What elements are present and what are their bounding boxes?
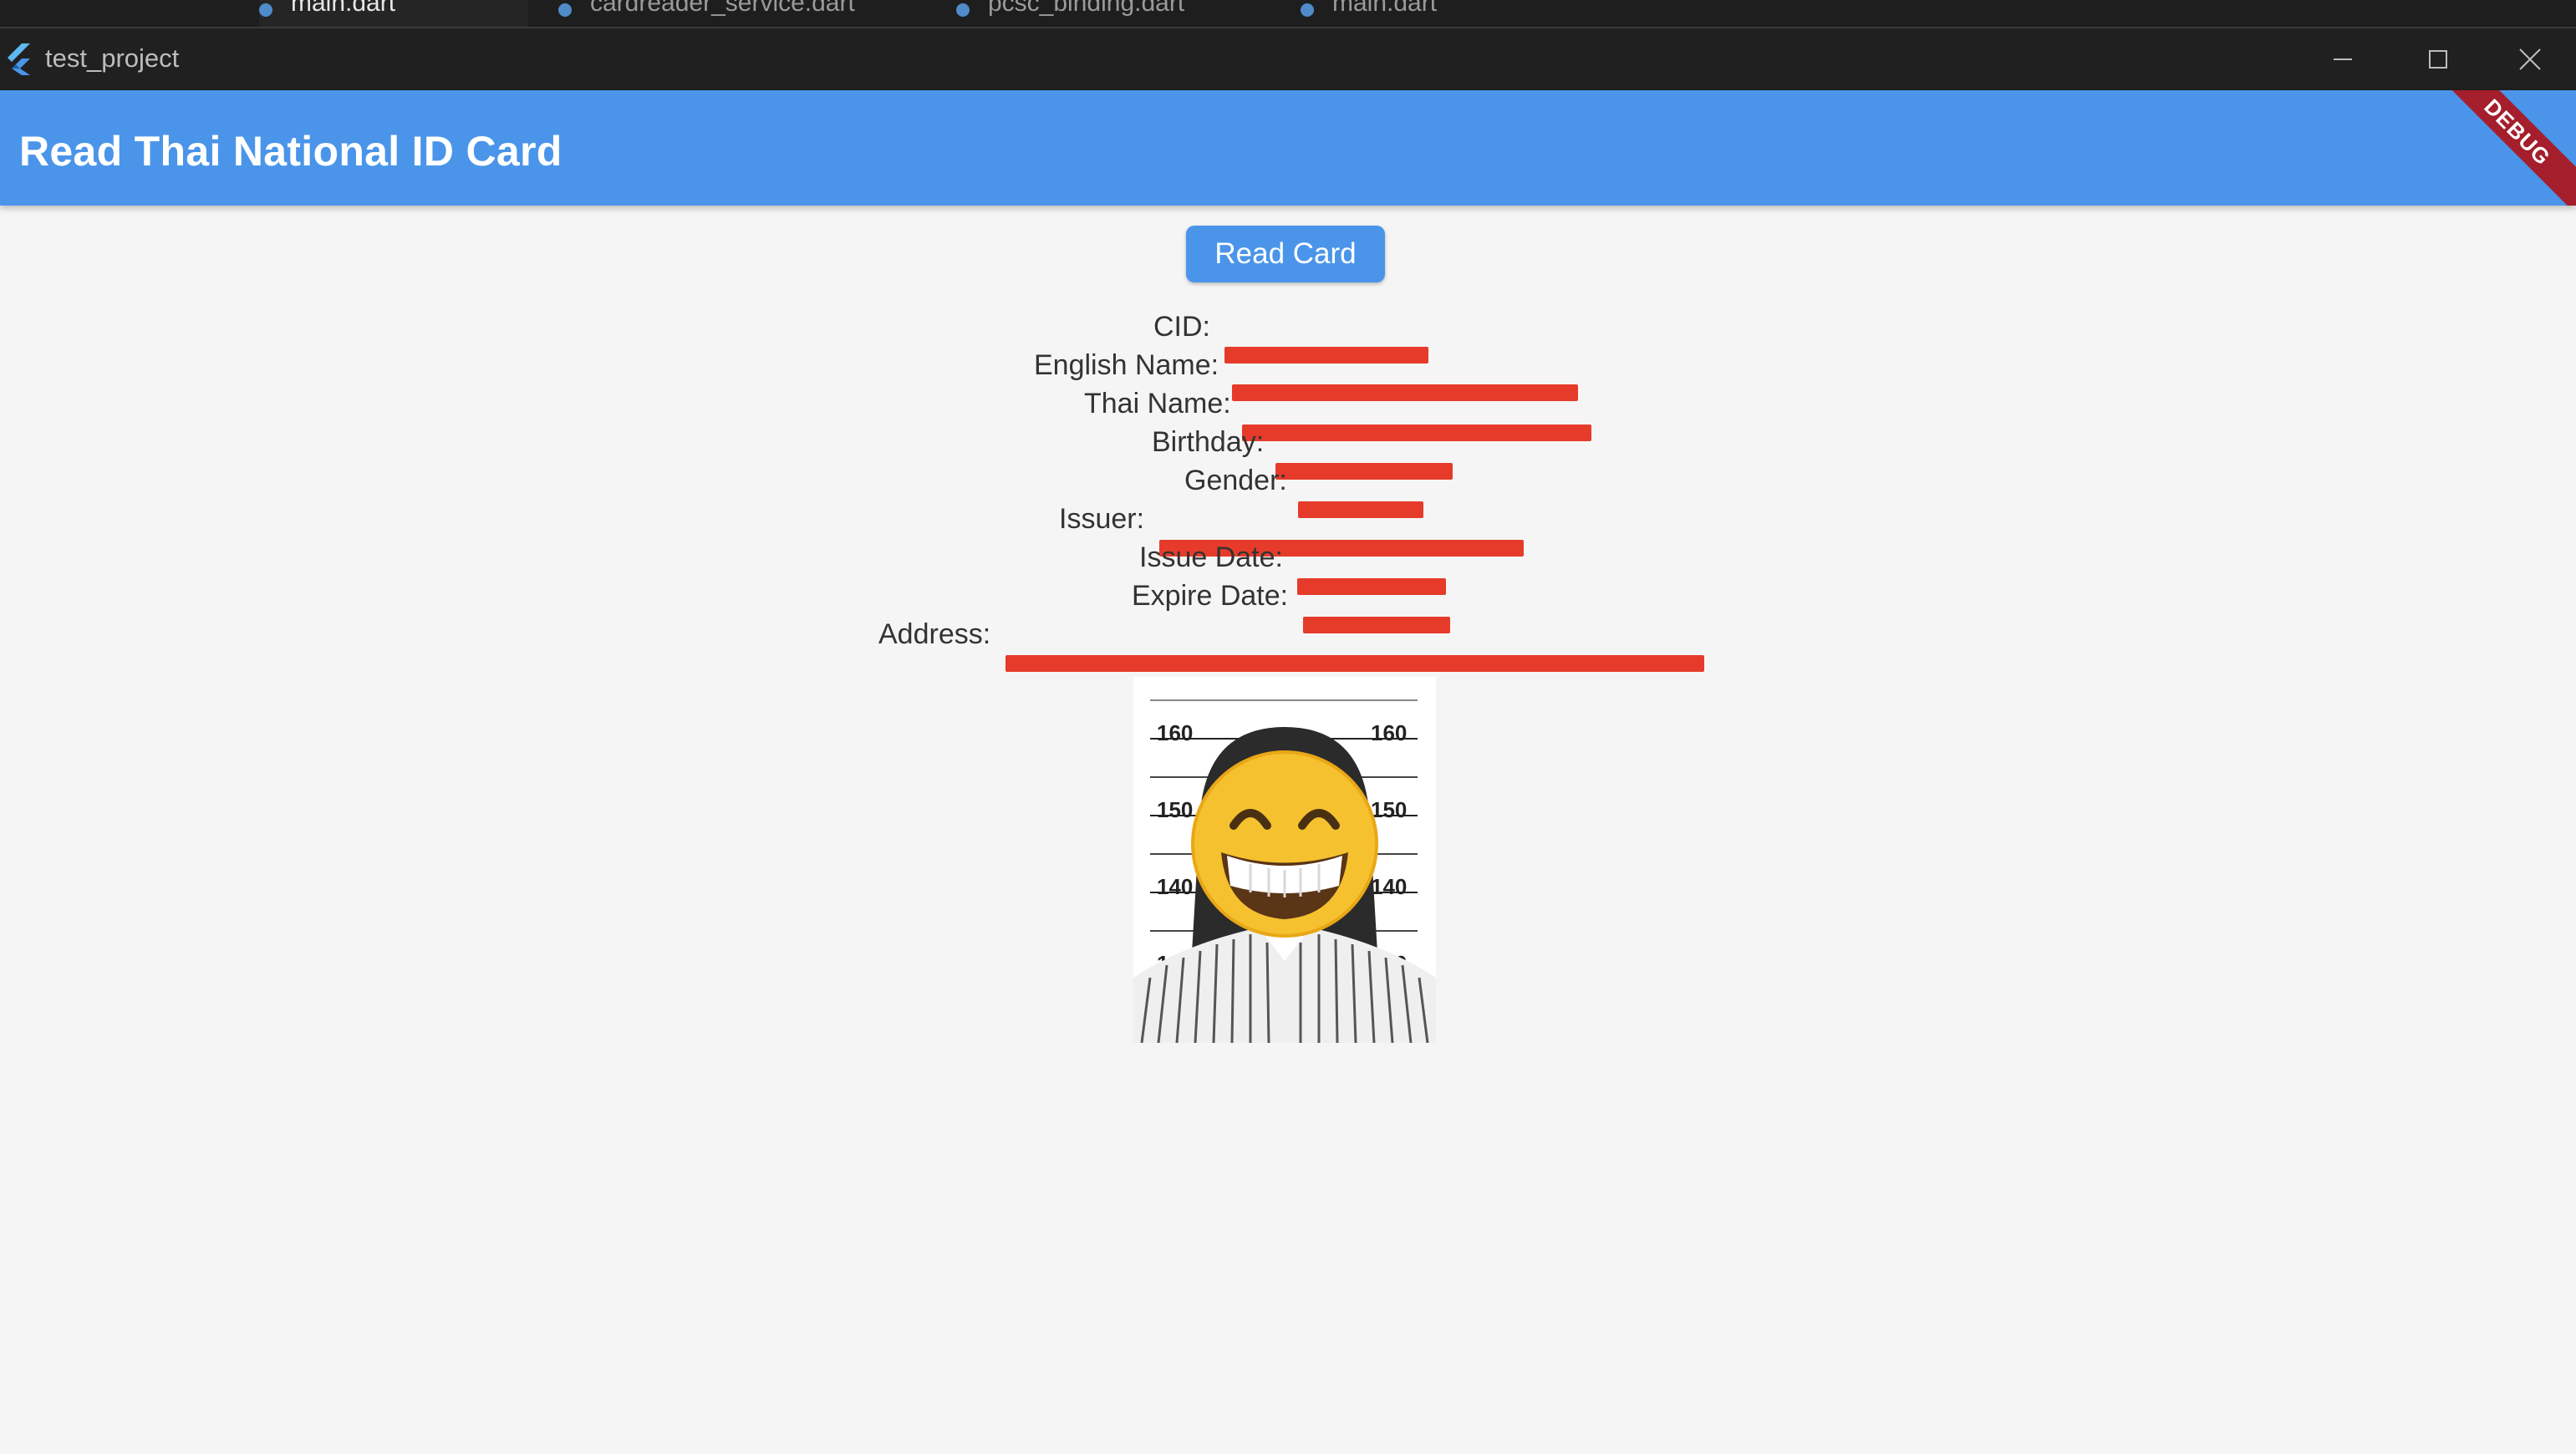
field-label: Thai Name: [1084,388,1231,419]
maximize-button[interactable] [2392,28,2484,90]
field-label: Birthday: [1152,426,1265,458]
editor-tab-label: main.dart [291,0,396,17]
height-mark: 140 [1371,874,1407,899]
redaction-bar [1224,347,1429,364]
field-label: Expire Date: [1132,580,1289,612]
height-mark: 160 [1371,720,1407,745]
dart-file-icon [956,3,970,17]
expire-date-row: Expire Date: [1132,577,1450,633]
editor-tab-pcsc[interactable]: pcsc_binding.dart [956,0,1274,28]
redaction-bar [1231,384,1578,401]
field-label: English Name: [1034,349,1219,381]
field-label: Issuer: [1059,503,1145,535]
redaction-bar [1242,425,1592,441]
id-card-photo: 160 160 150 150 140 140 130 130 [1133,677,1436,1043]
height-mark: 140 [1157,874,1193,899]
redaction-bar [1275,463,1453,480]
editor-tab-main[interactable]: main.dart [259,0,528,28]
minimize-button[interactable] [2297,28,2389,90]
redaction-bar [1302,617,1450,633]
thai-name-row: Thai Name: [1084,384,1592,441]
address-row: Address: [878,615,1704,672]
editor-tab-main-secondary[interactable]: main.dart [1301,0,2103,28]
height-mark: 160 [1157,720,1193,745]
redaction-bar [1297,578,1447,595]
issue-date-row: Issue Date: [1139,538,1447,595]
english-name-row: English Name: [1034,346,1578,401]
flutter-icon [8,43,30,75]
field-label: Address: [878,618,991,650]
issuer-row: Issuer: [1059,500,1524,557]
editor-tab-cardreader[interactable]: cardreader_service.dart [558,0,909,28]
dart-file-icon [259,3,272,17]
maximize-icon [2429,50,2447,69]
redaction-bar [1005,655,1704,672]
cid-row: CID: [1153,308,1429,364]
main-content: Read Card CID: English Name: Thai Name: … [0,206,2576,1454]
editor-tab-label: pcsc_binding.dart [988,0,1185,17]
app-bar-title: Read Thai National ID Card [19,128,563,175]
window-titlebar: test_project [0,28,2576,90]
dart-file-icon [1301,3,1314,17]
close-button[interactable] [2484,28,2576,90]
height-mark: 150 [1371,797,1407,822]
close-icon [2519,48,2541,70]
editor-tab-strip: main.dart cardreader_service.dart pcsc_b… [0,0,2576,28]
birthday-row: Birthday: [1152,423,1453,480]
dart-file-icon [558,3,572,17]
field-label: Issue Date: [1139,541,1283,573]
grinning-face-emoji-icon [1191,750,1378,938]
minimize-icon [2334,58,2352,60]
field-label: Gender: [1184,465,1287,496]
gender-row: Gender: [1184,461,1424,518]
window-title: test_project [45,43,180,73]
app-bar: Read Thai National ID Card DEBUG [0,90,2576,206]
editor-tab-label: main.dart [1332,0,1438,17]
editor-tab-label: cardreader_service.dart [590,0,855,17]
field-label: CID: [1153,311,1210,343]
debug-banner: DEBUG [2416,90,2576,206]
read-card-button[interactable]: Read Card [1186,226,1385,282]
redaction-bar [1298,501,1424,518]
height-mark: 150 [1157,797,1193,822]
